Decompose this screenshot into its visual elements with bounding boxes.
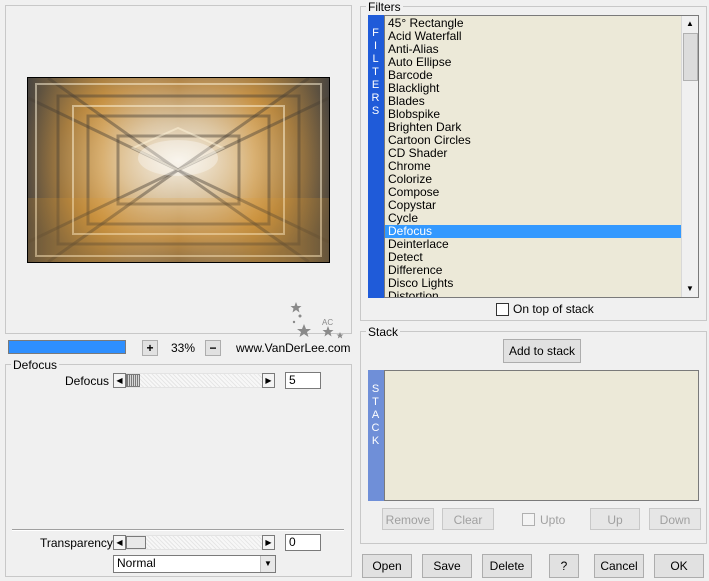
transparency-divider — [12, 529, 344, 531]
defocus-decrease-icon[interactable]: ◀ — [113, 373, 126, 388]
preview-pane — [5, 5, 352, 334]
sidebar-letter: K — [371, 435, 380, 447]
ok-button[interactable]: OK — [654, 554, 704, 578]
zoom-out-button[interactable]: − — [205, 340, 221, 356]
remove-button[interactable]: Remove — [382, 508, 434, 530]
transparency-label: Transparency — [40, 536, 113, 550]
sidebar-letter: I — [373, 40, 378, 52]
defocus-slider[interactable] — [126, 373, 262, 388]
scrollbar-thumb[interactable] — [683, 33, 698, 81]
blend-mode-select[interactable]: Normal ▼ — [113, 555, 276, 573]
sidebar-letter: S — [371, 105, 380, 117]
sidebar-letter: F — [372, 27, 379, 39]
on-top-checkbox[interactable] — [496, 303, 509, 316]
zoom-level: 33% — [171, 341, 196, 355]
defocus-group-title: Defocus — [11, 358, 60, 372]
preview-image[interactable] — [27, 77, 330, 263]
delete-button[interactable]: Delete — [482, 554, 532, 578]
scroll-down-icon[interactable]: ▼ — [682, 281, 698, 297]
sidebar-letter: A — [371, 409, 380, 421]
defocus-increase-icon[interactable]: ▶ — [262, 373, 275, 388]
scroll-up-icon[interactable]: ▲ — [682, 16, 698, 32]
sidebar-letter: L — [372, 53, 379, 65]
svg-text:AC: AC — [322, 318, 333, 327]
defocus-value-field[interactable]: 5 — [285, 372, 321, 389]
zoom-in-button[interactable]: + — [142, 340, 158, 356]
filter-item[interactable]: Blacklight — [385, 82, 683, 95]
sidebar-letter: R — [371, 92, 380, 104]
up-button[interactable]: Up — [590, 508, 640, 530]
stack-group-title: Stack — [366, 325, 401, 339]
filters-sidebar-letters: FILTERS — [368, 27, 383, 118]
sidebar-letter: S — [371, 383, 380, 395]
transparency-slider[interactable] — [126, 535, 262, 550]
defocus-slider-thumb[interactable] — [126, 374, 140, 387]
add-to-stack-button[interactable]: Add to stack — [503, 339, 581, 363]
filter-item[interactable]: Distortion — [385, 290, 683, 298]
sidebar-letter: T — [372, 396, 379, 408]
filter-item[interactable]: Copystar — [385, 199, 683, 212]
down-button[interactable]: Down — [649, 508, 701, 530]
defocus-param-label: Defocus — [65, 374, 110, 388]
transparency-value-field[interactable]: 0 — [285, 534, 321, 551]
transparency-slider-thumb[interactable] — [126, 536, 146, 549]
filters-list-box: 45° Rectangle Acid Waterfall Anti-Alias Aut… — [384, 15, 699, 298]
sidebar-letter: E — [371, 79, 380, 91]
stack-sidebar-letters: STACK — [368, 383, 383, 448]
stack-list[interactable] — [384, 370, 699, 501]
on-top-label: On top of stack — [513, 302, 594, 316]
cancel-button[interactable]: Cancel — [594, 554, 644, 578]
clear-button[interactable]: Clear — [442, 508, 494, 530]
filters-group-title: Filters — [366, 0, 403, 14]
preview-image-graphic — [28, 78, 329, 262]
star-logo-icon: AC — [288, 300, 348, 342]
filters-scrollbar[interactable]: ▲ ▼ — [681, 16, 698, 297]
save-button[interactable]: Save — [422, 554, 472, 578]
upto-checkbox[interactable] — [522, 513, 535, 526]
sidebar-letter: T — [372, 66, 379, 78]
open-button[interactable]: Open — [362, 554, 412, 578]
filter-item[interactable]: Deinterlace — [385, 238, 683, 251]
filters-list[interactable]: 45° Rectangle Acid Waterfall Anti-Alias Aut… — [385, 17, 683, 298]
transparency-increase-icon[interactable]: ▶ — [262, 535, 275, 550]
blend-mode-value: Normal — [117, 556, 156, 570]
website-link[interactable]: www.VanDerLee.com — [236, 341, 351, 355]
dropdown-arrow-icon[interactable]: ▼ — [260, 556, 275, 572]
sidebar-letter: C — [371, 422, 380, 434]
progress-bar — [8, 340, 126, 354]
upto-label: Upto — [540, 513, 566, 527]
transparency-decrease-icon[interactable]: ◀ — [113, 535, 126, 550]
help-button[interactable]: ? — [549, 554, 579, 578]
